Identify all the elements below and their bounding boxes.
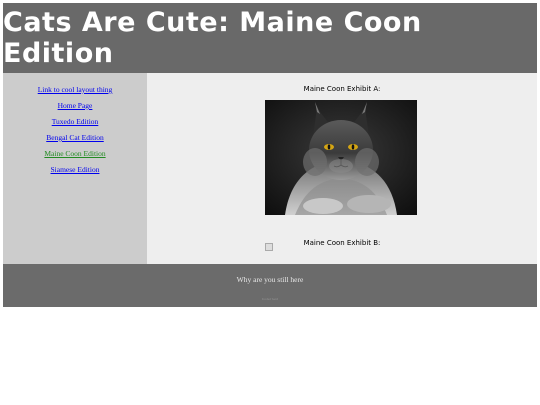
sidebar-link-layout-thing[interactable]: Link to cool layout thing	[3, 85, 147, 94]
main-area: Link to cool layout thing Home Page Tuxe…	[3, 73, 537, 264]
page: Cats Are Cute: Maine Coon Edition Link t…	[3, 3, 537, 307]
cat-image	[265, 100, 417, 215]
footer-small-text: footer text	[262, 297, 278, 301]
exhibit-b-title: Maine Coon Exhibit B:	[303, 239, 381, 247]
sidebar-link-home[interactable]: Home Page	[3, 101, 147, 110]
content-area: Maine Coon Exhibit A: Maine Coon Exhibit…	[147, 73, 537, 264]
site-footer: Why are you still here footer text	[3, 264, 537, 307]
broken-image-icon	[265, 243, 273, 251]
sidebar-link-tuxedo[interactable]: Tuxedo Edition	[3, 117, 147, 126]
sidebar-link-maine-coon[interactable]: Maine Coon Edition	[3, 149, 147, 158]
page-title: Cats Are Cute: Maine Coon Edition	[3, 7, 422, 69]
sidebar-nav: Link to cool layout thing Home Page Tuxe…	[3, 73, 147, 264]
sidebar-link-bengal[interactable]: Bengal Cat Edition	[3, 133, 147, 142]
exhibit-a-title: Maine Coon Exhibit A:	[303, 85, 381, 93]
sidebar-link-siamese[interactable]: Siamese Edition	[3, 165, 147, 174]
site-header: Cats Are Cute: Maine Coon Edition	[3, 3, 537, 73]
footer-message: Why are you still here	[236, 275, 304, 284]
maine-coon-photo	[265, 100, 417, 215]
